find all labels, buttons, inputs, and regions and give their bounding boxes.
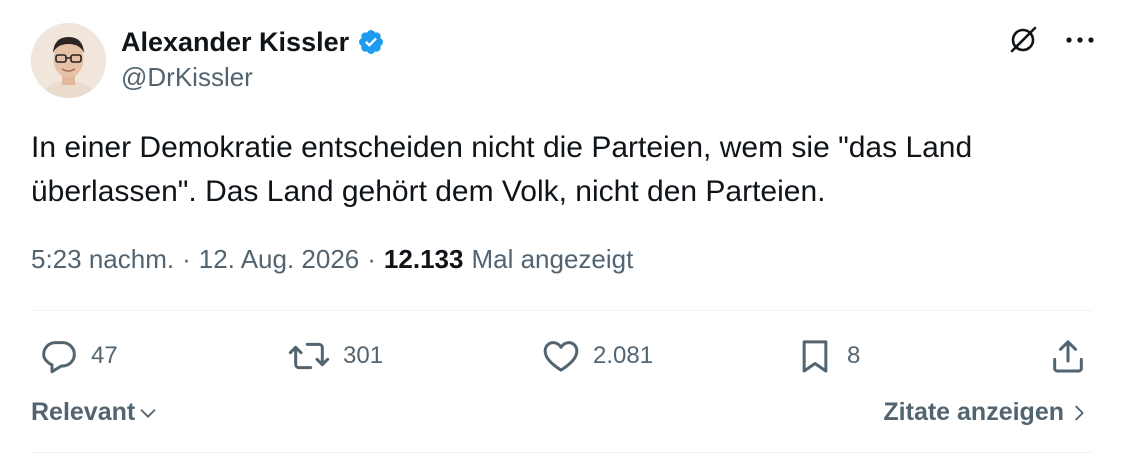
sort-label: Relevant: [31, 398, 136, 426]
divider: [31, 310, 1092, 311]
views-label: Mal angezeigt: [471, 244, 634, 274]
tweet-text: In einer Demokratie entscheiden nicht di…: [31, 131, 973, 208]
author-name-row: Alexander Kissler: [121, 24, 385, 60]
bookmark-count: 8: [847, 342, 861, 369]
like-button[interactable]: 2.081: [541, 330, 653, 382]
bookmark-icon: [802, 340, 828, 373]
reply-count: 47: [91, 342, 118, 369]
avatar[interactable]: [31, 23, 106, 98]
tweet-time[interactable]: 5:23 nachm.: [31, 244, 174, 275]
repost-button[interactable]: 301: [287, 330, 383, 382]
chevron-right-icon: [1075, 405, 1084, 420]
repost-icon: [288, 342, 330, 370]
tweet-date[interactable]: 12. Aug. 2026: [199, 244, 359, 275]
view-count: 12.133: [383, 244, 464, 274]
author-name[interactable]: Alexander Kissler: [121, 27, 349, 58]
view-quotes-link[interactable]: Zitate anzeigen: [883, 398, 1090, 427]
share-icon: [1053, 340, 1083, 373]
action-bar: 47 301 2.081 8: [31, 330, 1092, 382]
bookmark-button[interactable]: 8: [795, 330, 860, 382]
heart-icon: [543, 341, 579, 372]
divider: [31, 452, 1092, 453]
meta-separator: ·: [182, 244, 191, 274]
meta-separator: ·: [367, 244, 376, 274]
share-button[interactable]: [1048, 330, 1088, 382]
sort-dropdown[interactable]: Relevant: [31, 398, 159, 427]
reply-icon: [42, 341, 76, 374]
tweet-meta: 5:23 nachm. · 12. Aug. 2026 · 12.133 Mal…: [31, 244, 633, 275]
verified-badge-icon: [357, 28, 385, 56]
like-count: 2.081: [593, 342, 654, 369]
quotes-label: Zitate anzeigen: [883, 398, 1064, 426]
profile-photo-icon: [31, 23, 106, 98]
repost-count: 301: [343, 342, 384, 369]
top-actions: [1005, 22, 1095, 58]
reply-button[interactable]: 47: [39, 330, 118, 382]
grok-icon[interactable]: [1005, 22, 1041, 58]
chevron-down-icon: [140, 408, 156, 418]
author-handle[interactable]: @DrKissler: [121, 62, 253, 93]
more-options-icon[interactable]: [1065, 35, 1095, 45]
